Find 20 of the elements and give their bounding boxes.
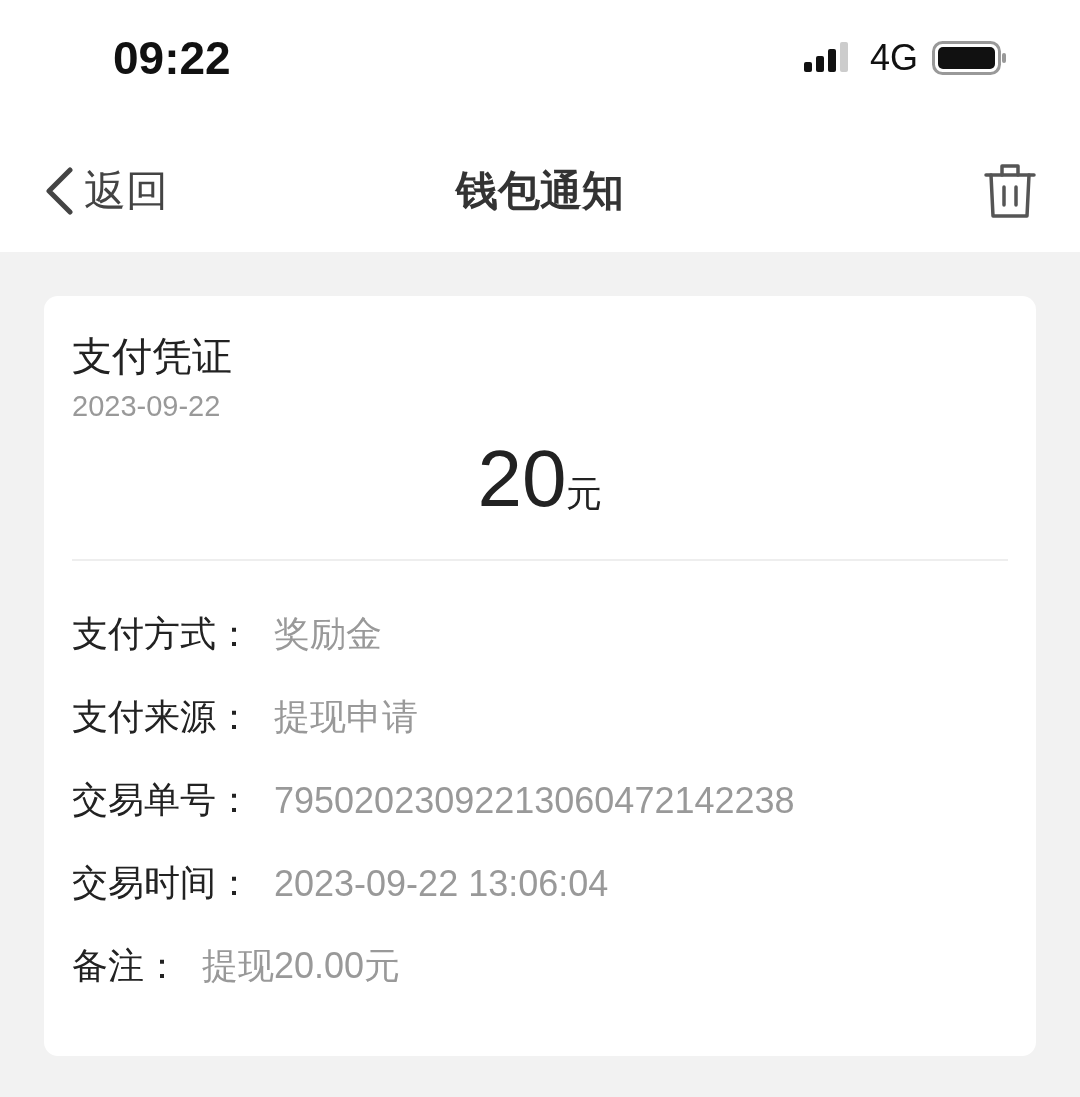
field-value: 奖励金 (274, 612, 382, 656)
field-label: 支付来源： (72, 695, 252, 739)
field-value: 79502023092213060472142238 (274, 779, 795, 822)
card-date: 2023-09-22 (72, 390, 222, 423)
field-value: 提现20.00元 (202, 944, 401, 988)
status-time: 09:22 (113, 31, 231, 85)
back-button[interactable]: 返回 (44, 163, 168, 219)
field-value: 2023-09-22 13:06:04 (274, 862, 609, 905)
page-title: 钱包通知 (456, 165, 624, 217)
field-label: 交易时间： (72, 861, 252, 905)
amount: 20 (477, 433, 567, 525)
field-label: 支付方式： (72, 612, 252, 656)
field-value: 提现申请 (274, 695, 418, 739)
card-title: 支付凭证 (72, 332, 233, 381)
field-label: 备注： (72, 944, 180, 988)
field-label: 交易单号： (72, 778, 252, 822)
network-label: 4G (869, 37, 918, 79)
battery-icon (932, 40, 1008, 76)
amount-unit: 元 (566, 472, 603, 516)
delete-icon[interactable] (984, 163, 1036, 219)
